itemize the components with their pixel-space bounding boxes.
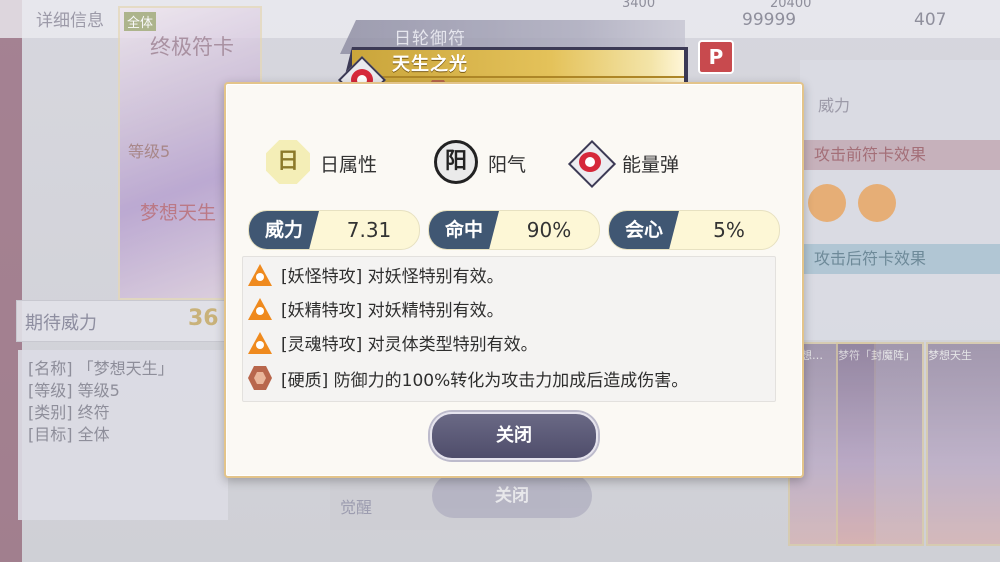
- stat-accuracy: 命中 90%: [428, 210, 600, 250]
- skill-detail-dialog: 日 日属性 阳 阳气 能量弹 威力 7.31 命中 90% 会心 5% [妖怪特…: [224, 82, 804, 478]
- info-line: [类别] 终符: [28, 403, 110, 422]
- expected-power-value: 36: [188, 306, 219, 331]
- attribute-row: 日 日属性 阳 阳气 能量弹: [226, 139, 802, 189]
- resource-value: 99999: [742, 10, 797, 30]
- skill-name: 天生之光: [392, 54, 468, 75]
- resource-value: 407: [914, 10, 947, 30]
- target-badge: 全体: [124, 12, 157, 31]
- energy-bullet-icon: [567, 139, 617, 189]
- stat-value: 7.31: [346, 218, 392, 242]
- fairy-special-icon: [247, 296, 273, 320]
- attribute-label: 能量弹: [622, 154, 680, 176]
- youkai-special-icon: [247, 262, 273, 286]
- p-badge[interactable]: P: [698, 40, 734, 74]
- category-title: 日轮御符: [394, 29, 466, 49]
- attribute-label: 日属性: [320, 154, 378, 176]
- effect-list: [妖怪特攻] 对妖怪特别有效。 [妖精特攻] 对妖精特别有效。 [灵魂特攻] 对…: [242, 256, 776, 402]
- stat-key: 命中: [429, 211, 499, 249]
- stat-key: 会心: [609, 211, 679, 249]
- card-level: 等级5: [128, 142, 171, 161]
- effect-text: [灵魂特攻] 对灵体类型特别有效。: [281, 335, 538, 355]
- effect-item: [硬质] 防御力的100%转化为攻击力加成后造成伤害。: [247, 363, 767, 393]
- deck-card[interactable]: 梦想天生: [926, 342, 1000, 546]
- effect-icon: [858, 184, 896, 222]
- spirit-special-icon: [247, 330, 273, 354]
- stat-critical: 会心 5%: [608, 210, 780, 250]
- effect-item: [灵魂特攻] 对灵体类型特别有效。: [247, 327, 767, 357]
- effect-icon: [808, 184, 846, 222]
- hardness-gem-icon: [247, 366, 273, 390]
- info-line: [等级] 等级5: [28, 381, 120, 400]
- background-close-button: 关闭: [432, 474, 592, 518]
- awaken-label: 觉醒: [340, 498, 373, 517]
- stat-power: 威力 7.31: [248, 210, 420, 250]
- card-info-panel: [名称] 「梦想天生」 [等级] 等级5 [类别] 终符 [目标] 全体: [18, 350, 228, 520]
- effect-text: [妖精特攻] 对妖精特别有效。: [281, 301, 504, 321]
- effect-text: [妖怪特攻] 对妖怪特别有效。: [281, 267, 504, 287]
- post-attack-effect-header: 攻击后符卡效果: [800, 244, 1000, 274]
- page-title: 详细信息: [36, 11, 104, 31]
- resource-value: 3400: [622, 0, 656, 11]
- sun-icon: 日: [266, 140, 310, 184]
- effect-text: [硬质] 防御力的100%转化为攻击力加成后造成伤害。: [281, 371, 689, 391]
- attribute-label: 阳气: [488, 154, 527, 176]
- stat-key: 威力: [249, 211, 319, 249]
- card-name-art: 梦想天生: [140, 202, 217, 224]
- power-label: 威力: [818, 96, 851, 115]
- stat-value: 90%: [526, 218, 572, 242]
- deck-card[interactable]: 梦符「封魔阵」: [836, 342, 924, 546]
- effect-item: [妖精特攻] 对妖精特别有效。: [247, 293, 767, 323]
- expected-power-label: 期待威力: [25, 313, 97, 334]
- info-line: [名称] 「梦想天生」: [28, 359, 174, 378]
- info-line: [目标] 全体: [28, 425, 110, 444]
- card-title: 终极符卡: [150, 35, 234, 59]
- yang-icon: 阳: [434, 140, 478, 184]
- effect-item: [妖怪特攻] 对妖怪特别有效。: [247, 259, 767, 289]
- close-button[interactable]: 关闭: [430, 412, 598, 460]
- stat-value: 5%: [713, 218, 745, 242]
- pre-attack-effect-header: 攻击前符卡效果: [800, 140, 1000, 170]
